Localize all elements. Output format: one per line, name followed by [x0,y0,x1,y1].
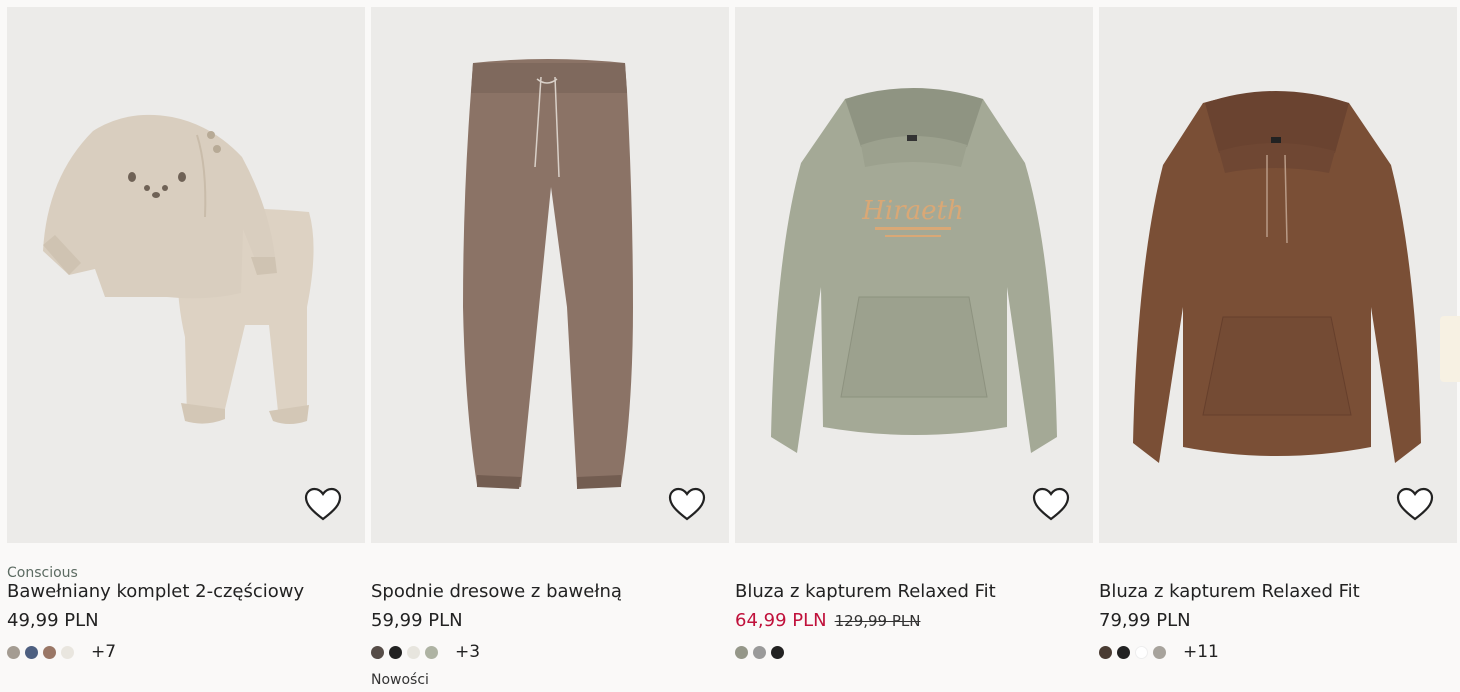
color-swatch[interactable] [43,645,56,659]
svg-text:Hiraeth: Hiraeth [861,196,964,226]
color-swatch[interactable] [1135,645,1148,659]
color-swatches: +7 [7,642,116,662]
brown-hoodie-image[interactable] [1099,7,1457,543]
more-colors-link[interactable]: +7 [91,642,116,662]
product-price: 79,99 PLN [1099,610,1191,631]
color-swatch[interactable] [371,645,384,659]
color-swatch[interactable] [61,645,74,659]
sweatpants-image[interactable] [371,7,729,543]
product-title-link[interactable]: Spodnie dresowe z bawełną [371,581,622,602]
side-feedback-tab[interactable] [1440,316,1460,382]
color-swatch[interactable] [1153,645,1166,659]
product-card-1[interactable]: Conscious Bawełniany komplet 2-częściowy… [7,7,365,692]
color-swatch[interactable] [753,645,766,659]
product-title-link[interactable]: Bluza z kapturem Relaxed Fit [1099,581,1360,602]
sale-price: 64,99 PLN [735,610,827,631]
more-colors-link[interactable]: +11 [1183,642,1219,662]
color-swatch[interactable] [771,645,784,659]
favorite-heart-icon[interactable] [1395,485,1435,525]
regular-price: 49,99 PLN [7,610,99,631]
color-swatch[interactable] [735,645,748,659]
baby-set-image[interactable] [7,7,365,543]
sage-hoodie-image[interactable]: Hiraeth [735,7,1093,543]
color-swatch[interactable] [407,645,420,659]
product-title-link[interactable]: Bluza z kapturem Relaxed Fit [735,581,996,602]
product-card-2[interactable]: Spodnie dresowe z bawełną 59,99 PLN +3 N… [371,7,729,692]
product-price: 64,99 PLN 129,99 PLN [735,610,921,631]
favorite-heart-icon[interactable] [667,485,707,525]
color-swatch[interactable] [25,645,38,659]
product-title-link[interactable]: Bawełniany komplet 2-częściowy [7,581,304,602]
regular-price: 79,99 PLN [1099,610,1191,631]
favorite-heart-icon[interactable] [303,485,343,525]
color-swatch[interactable] [1117,645,1130,659]
original-price: 129,99 PLN [834,612,921,630]
new-arrival-badge: Nowości [371,672,429,688]
product-marker-label: Conscious [7,565,78,581]
more-colors-link[interactable]: +3 [455,642,480,662]
color-swatch[interactable] [425,645,438,659]
product-card-4[interactable]: Bluza z kapturem Relaxed Fit 79,99 PLN +… [1099,7,1457,692]
regular-price: 59,99 PLN [371,610,463,631]
color-swatches [735,642,784,662]
product-price: 59,99 PLN [371,610,463,631]
favorite-heart-icon[interactable] [1031,485,1071,525]
color-swatch[interactable] [7,645,20,659]
color-swatch[interactable] [389,645,402,659]
color-swatches: +3 [371,642,480,662]
product-card-3[interactable]: Hiraeth Bluza z kapturem Relaxed Fit 64,… [735,7,1093,692]
color-swatch[interactable] [1099,645,1112,659]
product-price: 49,99 PLN [7,610,99,631]
color-swatches: +11 [1099,642,1219,662]
product-grid: Conscious Bawełniany komplet 2-częściowy… [7,7,1458,692]
